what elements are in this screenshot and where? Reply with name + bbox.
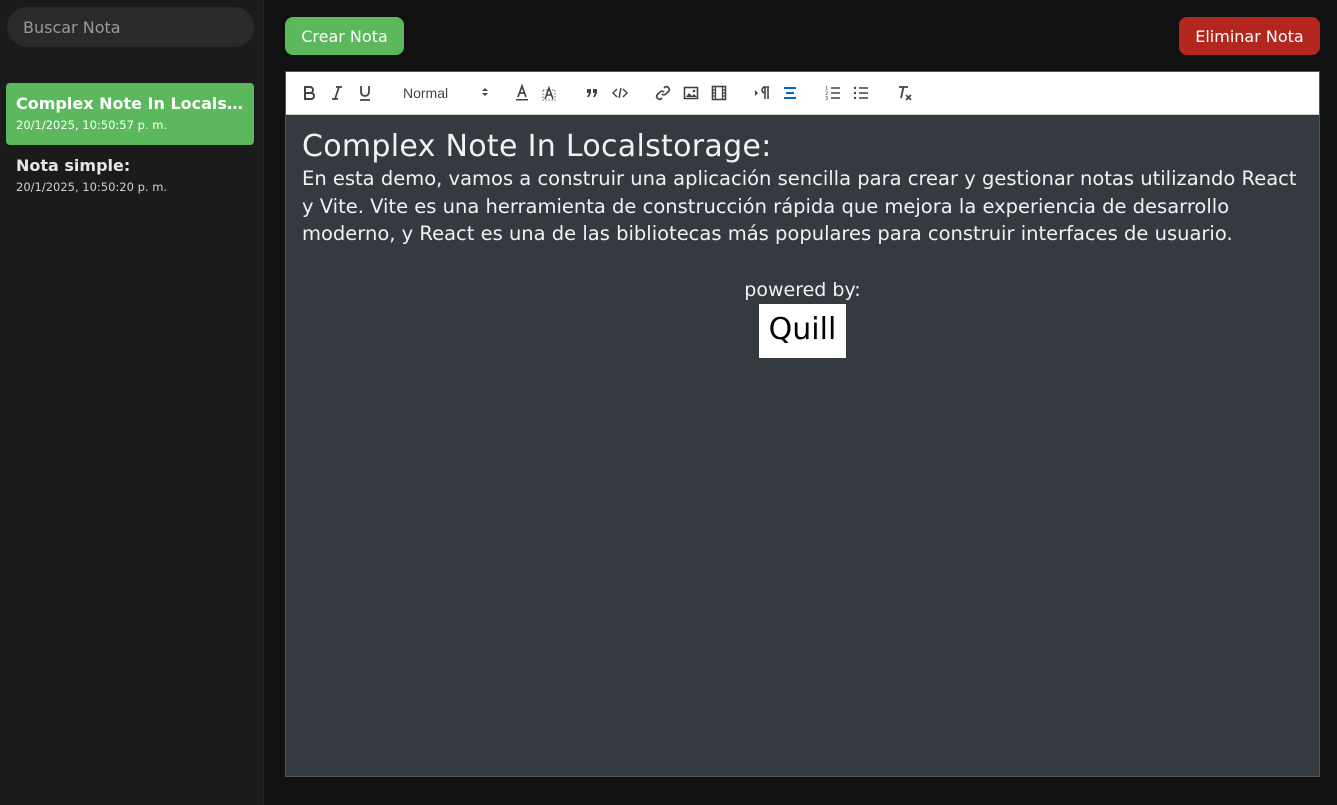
quill-logo-icon: Quill <box>759 303 846 358</box>
note-body: En esta demo, vamos a construir una apli… <box>302 167 1297 245</box>
select-arrows-icon <box>481 85 489 101</box>
editor-toolbar: Normal 1 2 3 <box>286 72 1319 115</box>
format-select-value: Normal <box>403 85 449 101</box>
text-color-icon[interactable] <box>514 82 530 104</box>
bold-icon[interactable] <box>302 82 316 104</box>
note-item-complex[interactable]: Complex Note In Localsto... 20/1/2025, 1… <box>6 83 254 145</box>
italic-icon[interactable] <box>330 82 344 104</box>
note-heading: Complex Note In Localstorage: <box>302 129 772 164</box>
code-block-icon[interactable] <box>612 82 628 104</box>
note-title: Complex Note In Localsto... <box>16 94 244 113</box>
search-input[interactable] <box>21 16 240 38</box>
text-direction-icon[interactable] <box>754 82 770 104</box>
svg-text:Quill: Quill <box>769 312 837 347</box>
note-title: Nota simple: <box>16 156 131 175</box>
note-item-simple[interactable]: Nota simple: 20/1/2025, 10:50:20 p. m. <box>6 145 254 207</box>
video-icon[interactable] <box>711 82 727 104</box>
align-icon[interactable] <box>782 82 798 104</box>
underline-icon[interactable] <box>358 82 372 104</box>
background-color-icon[interactable] <box>541 82 557 104</box>
create-note-button[interactable]: Crear Nota <box>285 17 404 55</box>
note-date: 20/1/2025, 10:50:57 p. m. <box>16 118 168 132</box>
note-list: Complex Note In Localsto... 20/1/2025, 1… <box>6 83 254 207</box>
ordered-list-icon[interactable]: 123 <box>825 82 841 104</box>
delete-note-button[interactable]: Eliminar Nota <box>1179 17 1320 55</box>
image-icon[interactable] <box>683 82 699 104</box>
powered-by-text: powered by: <box>744 278 861 301</box>
svg-text:3: 3 <box>825 96 828 101</box>
editor-content[interactable]: Complex Note In Localstorage: En esta de… <box>286 115 1319 372</box>
blockquote-icon[interactable] <box>585 82 599 104</box>
bullet-list-icon[interactable] <box>853 82 869 104</box>
link-icon[interactable] <box>655 82 671 104</box>
search-box[interactable] <box>7 7 254 47</box>
note-date: 20/1/2025, 10:50:20 p. m. <box>16 180 168 194</box>
sidebar: Complex Note In Localsto... 20/1/2025, 1… <box>0 0 264 805</box>
clear-format-icon[interactable] <box>896 82 914 104</box>
note-editor: Normal 1 2 3 Complex Note In Localstorag… <box>285 71 1320 777</box>
format-select[interactable]: Normal <box>403 84 489 102</box>
